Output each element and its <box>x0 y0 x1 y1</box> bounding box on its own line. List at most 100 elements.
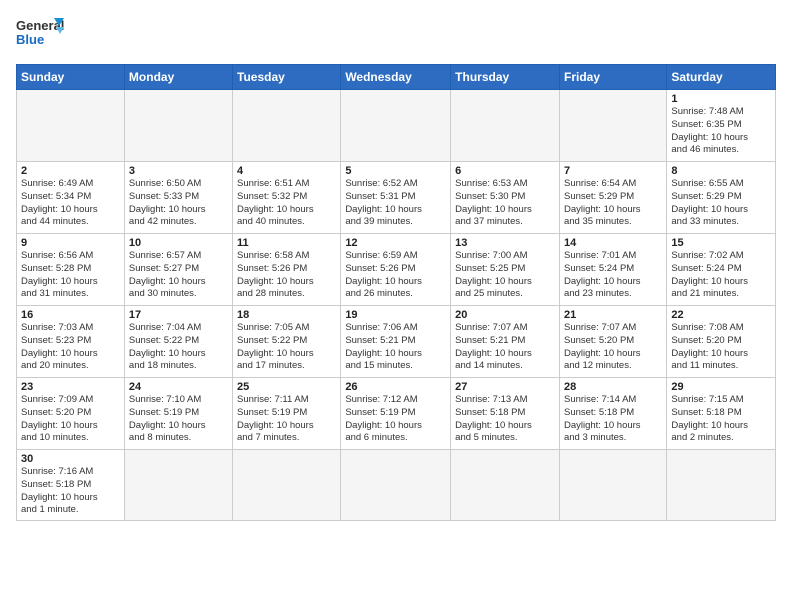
calendar-week-row: 23Sunrise: 7:09 AM Sunset: 5:20 PM Dayli… <box>17 378 776 450</box>
calendar-day-cell <box>667 450 776 521</box>
calendar-day-cell: 9Sunrise: 6:56 AM Sunset: 5:28 PM Daylig… <box>17 234 125 306</box>
header: General Blue <box>16 16 776 54</box>
calendar-day-cell <box>124 450 232 521</box>
day-of-week-header: Sunday <box>17 65 125 90</box>
day-info: Sunrise: 7:09 AM Sunset: 5:20 PM Dayligh… <box>21 394 120 445</box>
calendar-day-cell: 22Sunrise: 7:08 AM Sunset: 5:20 PM Dayli… <box>667 306 776 378</box>
day-number: 15 <box>671 237 771 249</box>
calendar-day-cell: 7Sunrise: 6:54 AM Sunset: 5:29 PM Daylig… <box>559 162 666 234</box>
calendar-table: SundayMondayTuesdayWednesdayThursdayFrid… <box>16 64 776 521</box>
calendar-day-cell: 5Sunrise: 6:52 AM Sunset: 5:31 PM Daylig… <box>341 162 451 234</box>
day-number: 23 <box>21 381 120 393</box>
day-number: 30 <box>21 453 120 465</box>
calendar-day-cell: 10Sunrise: 6:57 AM Sunset: 5:27 PM Dayli… <box>124 234 232 306</box>
day-of-week-header: Wednesday <box>341 65 451 90</box>
day-info: Sunrise: 7:15 AM Sunset: 5:18 PM Dayligh… <box>671 394 771 445</box>
day-info: Sunrise: 6:50 AM Sunset: 5:33 PM Dayligh… <box>129 178 228 229</box>
day-number: 13 <box>455 237 555 249</box>
day-info: Sunrise: 7:02 AM Sunset: 5:24 PM Dayligh… <box>671 250 771 301</box>
calendar-day-cell: 25Sunrise: 7:11 AM Sunset: 5:19 PM Dayli… <box>233 378 341 450</box>
day-number: 2 <box>21 165 120 177</box>
day-number: 9 <box>21 237 120 249</box>
day-number: 16 <box>21 309 120 321</box>
day-number: 8 <box>671 165 771 177</box>
day-number: 18 <box>237 309 336 321</box>
day-info: Sunrise: 6:58 AM Sunset: 5:26 PM Dayligh… <box>237 250 336 301</box>
calendar-day-cell: 28Sunrise: 7:14 AM Sunset: 5:18 PM Dayli… <box>559 378 666 450</box>
calendar-body: 1Sunrise: 7:48 AM Sunset: 6:35 PM Daylig… <box>17 90 776 521</box>
day-info: Sunrise: 6:56 AM Sunset: 5:28 PM Dayligh… <box>21 250 120 301</box>
calendar-day-cell <box>17 90 125 162</box>
day-info: Sunrise: 7:13 AM Sunset: 5:18 PM Dayligh… <box>455 394 555 445</box>
day-info: Sunrise: 7:14 AM Sunset: 5:18 PM Dayligh… <box>564 394 662 445</box>
day-info: Sunrise: 7:08 AM Sunset: 5:20 PM Dayligh… <box>671 322 771 373</box>
calendar-week-row: 1Sunrise: 7:48 AM Sunset: 6:35 PM Daylig… <box>17 90 776 162</box>
day-info: Sunrise: 7:10 AM Sunset: 5:19 PM Dayligh… <box>129 394 228 445</box>
calendar-day-cell <box>233 450 341 521</box>
calendar-week-row: 16Sunrise: 7:03 AM Sunset: 5:23 PM Dayli… <box>17 306 776 378</box>
logo: General Blue <box>16 16 68 54</box>
day-number: 28 <box>564 381 662 393</box>
day-info: Sunrise: 6:51 AM Sunset: 5:32 PM Dayligh… <box>237 178 336 229</box>
day-number: 21 <box>564 309 662 321</box>
calendar-day-cell <box>124 90 232 162</box>
calendar-day-cell: 29Sunrise: 7:15 AM Sunset: 5:18 PM Dayli… <box>667 378 776 450</box>
calendar-day-cell: 18Sunrise: 7:05 AM Sunset: 5:22 PM Dayli… <box>233 306 341 378</box>
day-info: Sunrise: 6:59 AM Sunset: 5:26 PM Dayligh… <box>345 250 446 301</box>
day-info: Sunrise: 7:07 AM Sunset: 5:21 PM Dayligh… <box>455 322 555 373</box>
calendar-day-cell: 26Sunrise: 7:12 AM Sunset: 5:19 PM Dayli… <box>341 378 451 450</box>
day-of-week-header: Friday <box>559 65 666 90</box>
day-number: 6 <box>455 165 555 177</box>
svg-text:Blue: Blue <box>16 32 44 47</box>
calendar-day-cell: 8Sunrise: 6:55 AM Sunset: 5:29 PM Daylig… <box>667 162 776 234</box>
calendar-day-cell: 20Sunrise: 7:07 AM Sunset: 5:21 PM Dayli… <box>451 306 560 378</box>
calendar-day-cell <box>451 450 560 521</box>
calendar-day-cell: 11Sunrise: 6:58 AM Sunset: 5:26 PM Dayli… <box>233 234 341 306</box>
day-info: Sunrise: 7:48 AM Sunset: 6:35 PM Dayligh… <box>671 106 771 157</box>
day-info: Sunrise: 7:16 AM Sunset: 5:18 PM Dayligh… <box>21 466 120 517</box>
calendar-day-cell <box>233 90 341 162</box>
day-number: 10 <box>129 237 228 249</box>
calendar-day-cell: 16Sunrise: 7:03 AM Sunset: 5:23 PM Dayli… <box>17 306 125 378</box>
calendar-day-cell <box>451 90 560 162</box>
day-number: 27 <box>455 381 555 393</box>
day-info: Sunrise: 7:11 AM Sunset: 5:19 PM Dayligh… <box>237 394 336 445</box>
day-info: Sunrise: 7:07 AM Sunset: 5:20 PM Dayligh… <box>564 322 662 373</box>
day-info: Sunrise: 6:55 AM Sunset: 5:29 PM Dayligh… <box>671 178 771 229</box>
day-number: 4 <box>237 165 336 177</box>
calendar-day-cell: 17Sunrise: 7:04 AM Sunset: 5:22 PM Dayli… <box>124 306 232 378</box>
calendar-week-row: 2Sunrise: 6:49 AM Sunset: 5:34 PM Daylig… <box>17 162 776 234</box>
calendar-week-row: 9Sunrise: 6:56 AM Sunset: 5:28 PM Daylig… <box>17 234 776 306</box>
day-number: 7 <box>564 165 662 177</box>
calendar-day-cell: 21Sunrise: 7:07 AM Sunset: 5:20 PM Dayli… <box>559 306 666 378</box>
calendar-day-cell <box>559 450 666 521</box>
day-number: 11 <box>237 237 336 249</box>
day-number: 24 <box>129 381 228 393</box>
day-info: Sunrise: 7:01 AM Sunset: 5:24 PM Dayligh… <box>564 250 662 301</box>
calendar-day-cell: 13Sunrise: 7:00 AM Sunset: 5:25 PM Dayli… <box>451 234 560 306</box>
calendar-day-cell <box>559 90 666 162</box>
calendar-day-cell: 23Sunrise: 7:09 AM Sunset: 5:20 PM Dayli… <box>17 378 125 450</box>
calendar-week-row: 30Sunrise: 7:16 AM Sunset: 5:18 PM Dayli… <box>17 450 776 521</box>
day-info: Sunrise: 6:54 AM Sunset: 5:29 PM Dayligh… <box>564 178 662 229</box>
day-info: Sunrise: 6:57 AM Sunset: 5:27 PM Dayligh… <box>129 250 228 301</box>
calendar-day-cell: 4Sunrise: 6:51 AM Sunset: 5:32 PM Daylig… <box>233 162 341 234</box>
day-of-week-header: Monday <box>124 65 232 90</box>
day-number: 14 <box>564 237 662 249</box>
day-number: 12 <box>345 237 446 249</box>
calendar-day-cell <box>341 450 451 521</box>
calendar-day-cell: 14Sunrise: 7:01 AM Sunset: 5:24 PM Dayli… <box>559 234 666 306</box>
day-info: Sunrise: 7:00 AM Sunset: 5:25 PM Dayligh… <box>455 250 555 301</box>
calendar-day-cell: 24Sunrise: 7:10 AM Sunset: 5:19 PM Dayli… <box>124 378 232 450</box>
calendar-day-cell: 19Sunrise: 7:06 AM Sunset: 5:21 PM Dayli… <box>341 306 451 378</box>
day-number: 3 <box>129 165 228 177</box>
day-info: Sunrise: 7:03 AM Sunset: 5:23 PM Dayligh… <box>21 322 120 373</box>
day-number: 22 <box>671 309 771 321</box>
day-number: 5 <box>345 165 446 177</box>
calendar-day-cell: 27Sunrise: 7:13 AM Sunset: 5:18 PM Dayli… <box>451 378 560 450</box>
day-info: Sunrise: 6:53 AM Sunset: 5:30 PM Dayligh… <box>455 178 555 229</box>
page: General Blue SundayMondayTuesdayWednesda… <box>0 0 792 612</box>
calendar-day-cell: 15Sunrise: 7:02 AM Sunset: 5:24 PM Dayli… <box>667 234 776 306</box>
day-info: Sunrise: 6:52 AM Sunset: 5:31 PM Dayligh… <box>345 178 446 229</box>
calendar-day-cell: 2Sunrise: 6:49 AM Sunset: 5:34 PM Daylig… <box>17 162 125 234</box>
